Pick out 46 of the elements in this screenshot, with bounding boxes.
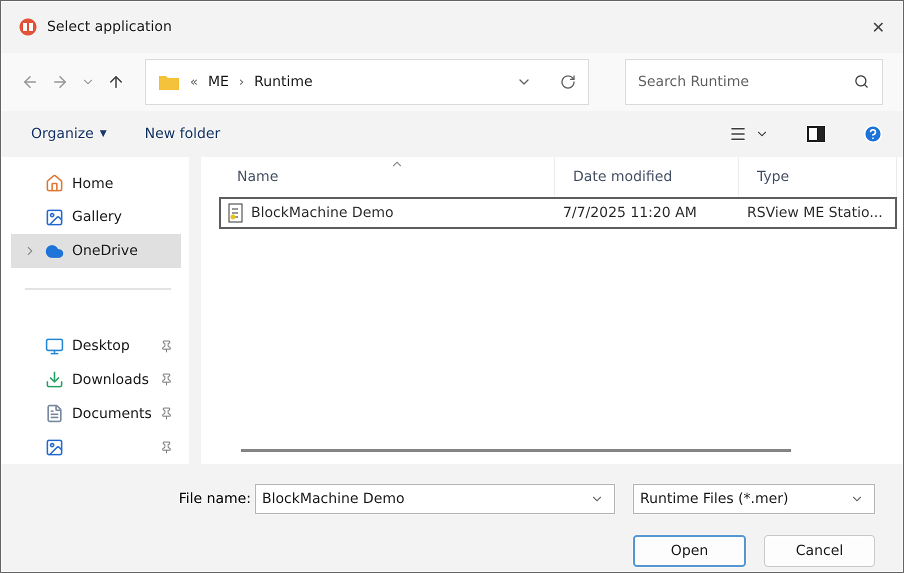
back-icon[interactable] [21, 73, 39, 91]
search-field[interactable]: Search Runtime [625, 59, 883, 105]
sidebar-item[interactable]: Gallery [11, 200, 181, 234]
sidebar-item[interactable]: Documents [11, 396, 181, 430]
sidebar-item[interactable]: Downloads [11, 363, 181, 397]
preview-pane-icon[interactable] [807, 126, 825, 142]
download-icon [45, 370, 64, 390]
view-icon[interactable] [729, 125, 747, 143]
search-icon [854, 74, 869, 89]
open-button[interactable]: Open [633, 534, 746, 566]
app-icon [19, 18, 37, 36]
column-header[interactable]: Date modified [555, 157, 739, 197]
breadcrumb-item[interactable]: ME [208, 74, 229, 90]
document-icon [45, 404, 64, 424]
date-cell-text: 7/7/2025 11:20 AM [562, 205, 698, 221]
file-name-field[interactable]: BlockMachine Demo [255, 484, 615, 514]
address-bar[interactable]: « ME › Runtime [145, 59, 589, 105]
file-row[interactable]: BlockMachine Demo 7/7/2025 11:20 AM RSView ME Statio... [219, 197, 897, 229]
new-folder-button[interactable]: New folder [144, 126, 220, 142]
sidebar-item[interactable]: Desktop [11, 330, 181, 364]
help-icon[interactable] [863, 124, 883, 144]
up-icon[interactable] [107, 73, 125, 91]
column-header[interactable]: Name [219, 157, 555, 197]
cancel-button[interactable]: Cancel [764, 534, 875, 566]
type-cell-text: RSView ME Statio... [746, 205, 884, 221]
scrollbar-thumb[interactable] [241, 449, 791, 452]
file-name: BlockMachine Demo [221, 203, 557, 223]
file-name-label: File name: [178, 490, 251, 506]
close-button[interactable]: ✕ [868, 14, 889, 40]
folder-icon [158, 73, 180, 91]
refresh-icon[interactable] [560, 74, 576, 90]
forward-icon[interactable] [51, 73, 69, 91]
desktop-icon [45, 336, 64, 356]
column-header[interactable]: Type [739, 157, 897, 197]
file-icon [227, 203, 245, 223]
overflow-label: « [190, 74, 198, 90]
sidebar-item[interactable]: OneDrive [11, 234, 181, 268]
home-icon [45, 174, 64, 194]
sidebar-item[interactable]: Home [11, 167, 181, 201]
window-title: Select application [47, 19, 173, 35]
gallery-icon [45, 208, 64, 227]
breadcrumb-item[interactable]: Runtime [254, 74, 313, 90]
file-type-dropdown[interactable]: Runtime Files (*.mer) [633, 484, 875, 514]
breadcrumb-separator: › [238, 74, 244, 90]
picture-icon [45, 438, 64, 457]
organize-button[interactable]: Organize ▼ [31, 126, 107, 142]
